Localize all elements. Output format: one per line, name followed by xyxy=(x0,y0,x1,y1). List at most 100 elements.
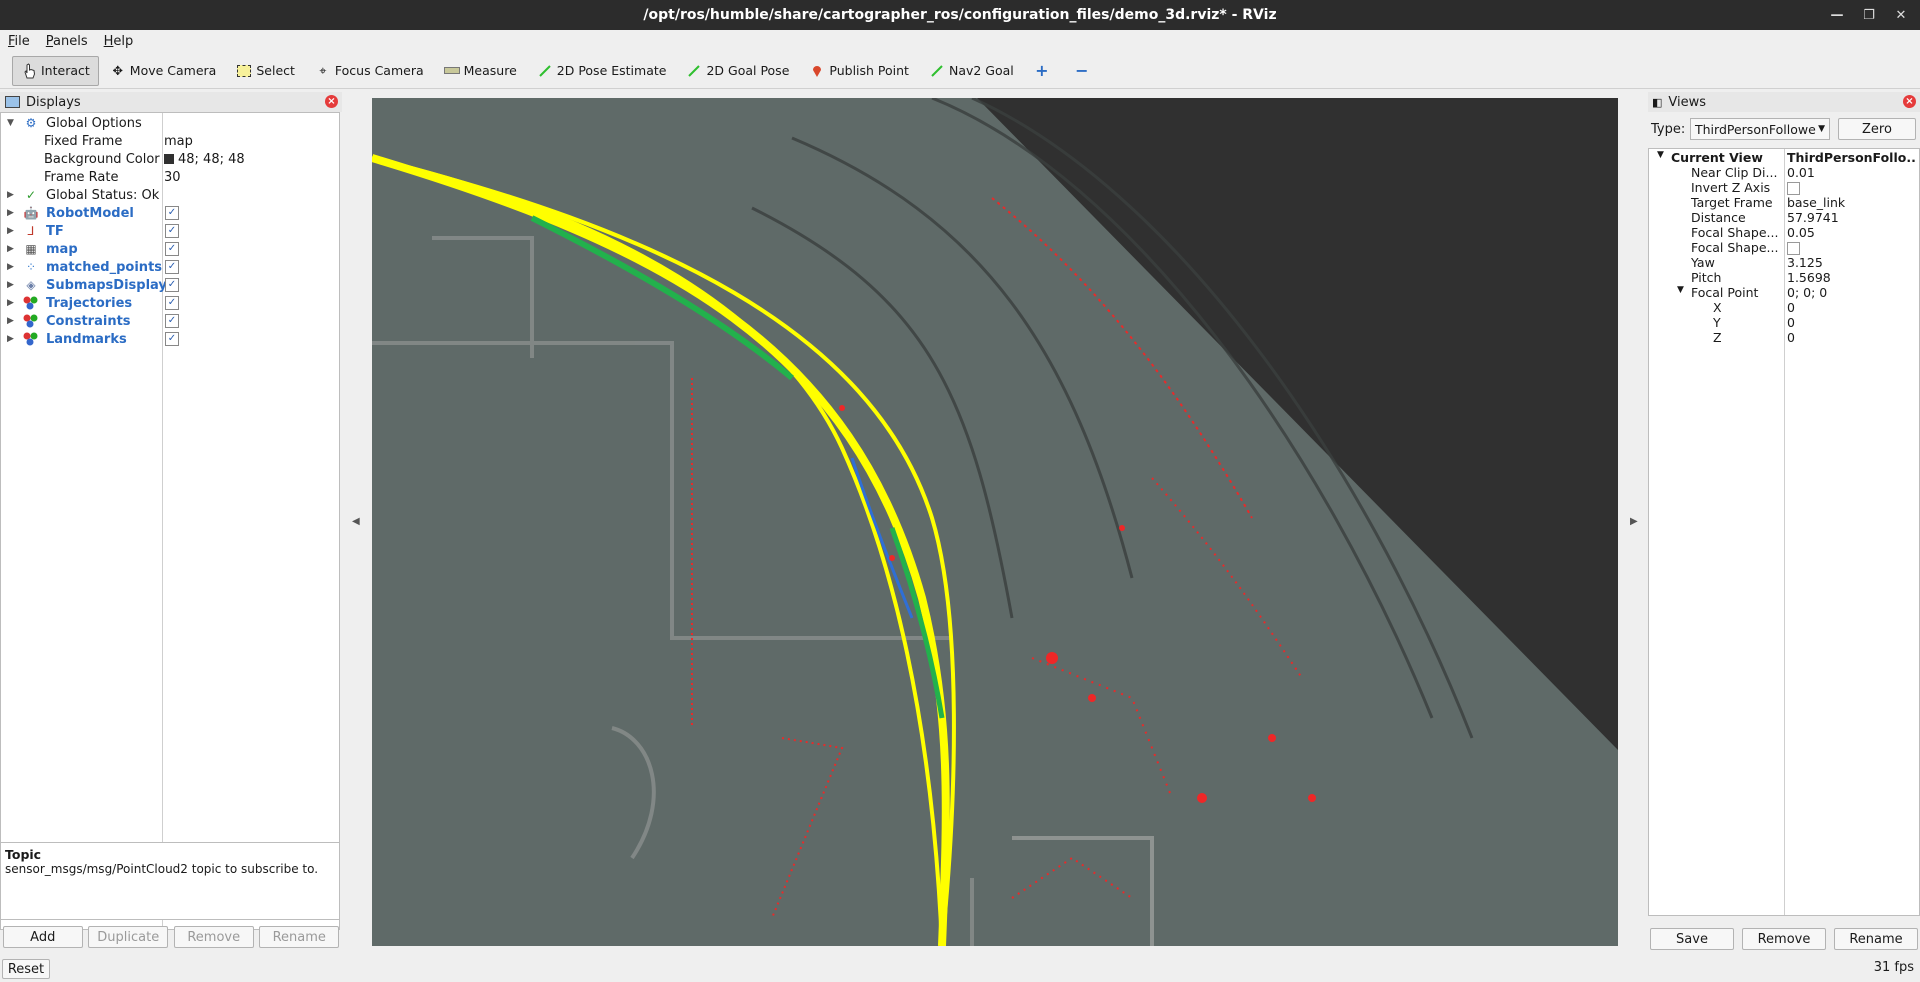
distance-value[interactable]: 57.9741 xyxy=(1787,210,1917,225)
focal-x-row[interactable]: X 0 xyxy=(1649,300,1919,315)
gear-icon: ⚙ xyxy=(25,116,37,130)
close-icon[interactable]: ✕ xyxy=(1890,4,1912,26)
remove-display-button[interactable]: Remove xyxy=(173,926,254,948)
save-view-button[interactable]: Save xyxy=(1650,928,1734,950)
close-panel-icon[interactable]: × xyxy=(325,95,338,108)
expanded-arrow-icon[interactable]: ▼ xyxy=(1677,285,1684,295)
collapsed-arrow-icon[interactable]: ▶ xyxy=(7,334,17,344)
yaw-value[interactable]: 3.125 xyxy=(1787,255,1917,270)
render-viewport[interactable] xyxy=(372,98,1618,946)
x-value[interactable]: 0 xyxy=(1787,300,1917,315)
expanded-arrow-icon[interactable]: ▼ xyxy=(1657,150,1664,160)
invert-z-row[interactable]: Invert Z Axis xyxy=(1649,180,1919,195)
nav2-goal-tool-button[interactable]: Nav2 Goal xyxy=(920,56,1023,86)
menu-file[interactable]: File xyxy=(0,34,38,49)
remove-tool-button[interactable]: − xyxy=(1065,56,1103,86)
goal-pose-tool-button[interactable]: 2D Goal Pose xyxy=(677,56,798,86)
camera-icon: ◧ xyxy=(1652,95,1663,109)
enable-checkbox[interactable]: ✓ xyxy=(165,314,179,328)
rename-view-button[interactable]: Rename xyxy=(1834,928,1918,950)
collapsed-arrow-icon[interactable]: ▶ xyxy=(7,244,17,254)
collapsed-arrow-icon[interactable]: ▶ xyxy=(7,298,17,308)
focal-point-row[interactable]: ▼ Focal Point 0; 0; 0 xyxy=(1649,285,1919,300)
frame-rate-value[interactable]: 30 xyxy=(164,170,181,185)
near-clip-value[interactable]: 0.01 xyxy=(1787,165,1917,180)
current-view-row[interactable]: ▼ Current View ThirdPersonFollo... xyxy=(1649,150,1919,165)
measure-tool-button[interactable]: Measure xyxy=(435,56,526,86)
display-item-landmarks[interactable]: ▶ Landmarks ✓ xyxy=(1,330,339,348)
pitch-value[interactable]: 1.5698 xyxy=(1787,270,1917,285)
near-clip-row[interactable]: Near Clip Di... 0.01 xyxy=(1649,165,1919,180)
enable-checkbox[interactable]: ✓ xyxy=(165,296,179,310)
focal-y-row[interactable]: Y 0 xyxy=(1649,315,1919,330)
global-options-row[interactable]: ▼ ⚙ Global Options xyxy=(1,114,339,132)
invert-z-checkbox[interactable] xyxy=(1787,182,1800,195)
focal-point-value[interactable]: 0; 0; 0 xyxy=(1787,285,1917,300)
add-display-button[interactable]: Add xyxy=(2,926,83,948)
rename-display-button[interactable]: Rename xyxy=(259,926,340,948)
display-item-submaps[interactable]: ▶ ◈ SubmapsDisplay ✓ xyxy=(1,276,339,294)
z-value[interactable]: 0 xyxy=(1787,330,1917,345)
fixed-frame-row[interactable]: Fixed Frame map xyxy=(1,132,339,150)
enable-checkbox[interactable]: ✓ xyxy=(165,332,179,346)
fixed-frame-value[interactable]: map xyxy=(164,134,193,149)
maximize-icon[interactable]: ❐ xyxy=(1858,4,1880,26)
menu-help[interactable]: Help xyxy=(96,34,142,49)
pose-estimate-tool-button[interactable]: 2D Pose Estimate xyxy=(528,56,676,86)
focal-shape-size-value[interactable]: 0.05 xyxy=(1787,225,1917,240)
remove-view-button[interactable]: Remove xyxy=(1742,928,1826,950)
global-status-row[interactable]: ▶ ✓ Global Status: Ok xyxy=(1,186,339,204)
background-color-row[interactable]: Background Color 48; 48; 48 xyxy=(1,150,339,168)
collapsed-arrow-icon[interactable]: ▶ xyxy=(7,226,17,236)
focus-camera-label: Focus Camera xyxy=(334,63,424,78)
pitch-row[interactable]: Pitch 1.5698 xyxy=(1649,270,1919,285)
y-value[interactable]: 0 xyxy=(1787,315,1917,330)
select-tool-button[interactable]: Select xyxy=(227,56,304,86)
publish-point-tool-button[interactable]: Publish Point xyxy=(800,56,918,86)
duplicate-button[interactable]: Duplicate xyxy=(88,926,169,948)
display-item-trajectories[interactable]: ▶ Trajectories ✓ xyxy=(1,294,339,312)
enable-checkbox[interactable]: ✓ xyxy=(165,260,179,274)
distance-row[interactable]: Distance 57.9741 xyxy=(1649,210,1919,225)
focal-shape-fixed-checkbox[interactable] xyxy=(1787,242,1800,255)
reset-button[interactable]: Reset xyxy=(2,959,50,979)
target-frame-value[interactable]: base_link xyxy=(1787,195,1917,210)
menu-panels[interactable]: Panels xyxy=(38,34,96,49)
close-panel-icon[interactable]: × xyxy=(1903,95,1916,108)
background-color-value[interactable]: 48; 48; 48 xyxy=(164,152,245,167)
add-tool-button[interactable]: + xyxy=(1025,56,1063,86)
display-item-map[interactable]: ▶ ▦ map ✓ xyxy=(1,240,339,258)
background-color-label: Background Color xyxy=(44,151,160,167)
display-item-tf[interactable]: ▶ ⅃ TF ✓ xyxy=(1,222,339,240)
enable-checkbox[interactable]: ✓ xyxy=(165,278,179,292)
focal-shape-size-row[interactable]: Focal Shape... 0.05 xyxy=(1649,225,1919,240)
enable-checkbox[interactable]: ✓ xyxy=(165,206,179,220)
collapsed-arrow-icon[interactable]: ▶ xyxy=(7,190,17,200)
collapsed-arrow-icon[interactable]: ▶ xyxy=(7,280,17,290)
focus-camera-tool-button[interactable]: ⌖ Focus Camera xyxy=(306,56,433,86)
display-item-matched-points[interactable]: ▶ ⁘ matched_points ✓ xyxy=(1,258,339,276)
focal-z-row[interactable]: Z 0 xyxy=(1649,330,1919,345)
collapse-right-icon[interactable]: ▶ xyxy=(1630,516,1638,527)
display-item-label: map xyxy=(46,241,78,257)
yaw-row[interactable]: Yaw 3.125 xyxy=(1649,255,1919,270)
display-item-constraints[interactable]: ▶ Constraints ✓ xyxy=(1,312,339,330)
z-label: Z xyxy=(1713,330,1722,345)
move-camera-tool-button[interactable]: ✥ Move Camera xyxy=(101,56,226,86)
view-type-select[interactable]: ThirdPersonFollowe ▼ xyxy=(1690,118,1830,140)
display-item-robotmodel[interactable]: ▶ 🤖 RobotModel ✓ xyxy=(1,204,339,222)
zero-button[interactable]: Zero xyxy=(1838,118,1916,140)
focal-shape-fixed-row[interactable]: Focal Shape... xyxy=(1649,240,1919,255)
interact-tool-button[interactable]: Interact xyxy=(12,55,99,86)
frame-rate-row[interactable]: Frame Rate 30 xyxy=(1,168,339,186)
collapsed-arrow-icon[interactable]: ▶ xyxy=(7,208,17,218)
status-bar: Reset 31 fps xyxy=(0,958,1920,982)
enable-checkbox[interactable]: ✓ xyxy=(165,242,179,256)
collapsed-arrow-icon[interactable]: ▶ xyxy=(7,316,17,326)
enable-checkbox[interactable]: ✓ xyxy=(165,224,179,238)
collapsed-arrow-icon[interactable]: ▶ xyxy=(7,262,17,272)
target-frame-row[interactable]: Target Frame base_link xyxy=(1649,195,1919,210)
minimize-icon[interactable]: — xyxy=(1826,4,1848,26)
collapse-left-icon[interactable]: ◀ xyxy=(352,516,360,527)
expanded-arrow-icon[interactable]: ▼ xyxy=(7,118,17,128)
